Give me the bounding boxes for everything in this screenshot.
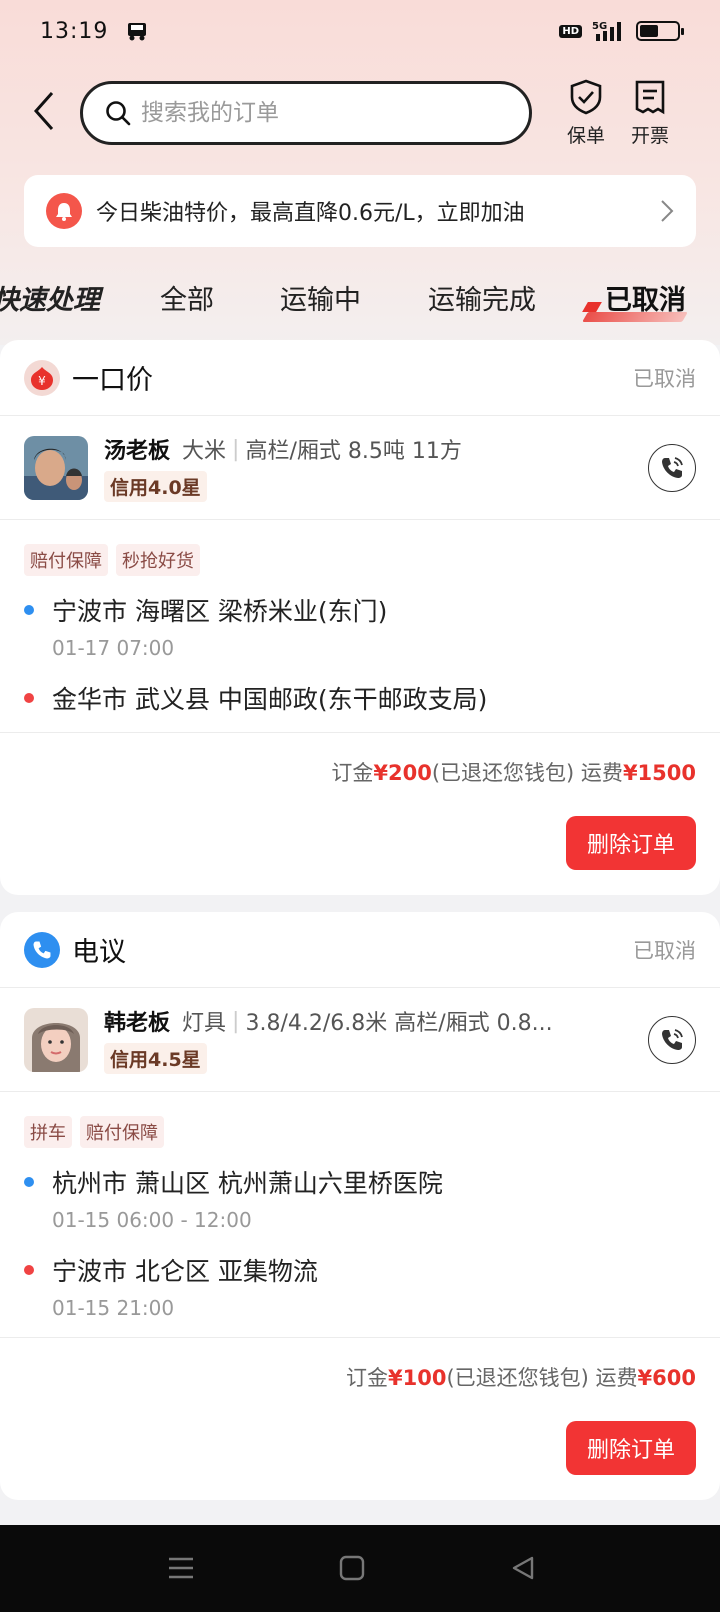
order-tabs: 快速处理 全部 运输中 运输完成 已取消 — [0, 270, 720, 328]
shipper-row: 汤老板 大米 | 高栏/厢式 8.5吨 11方 信用4.0星 — [0, 416, 720, 520]
fixed-price-icon: ¥ — [24, 359, 60, 396]
back-button[interactable] — [24, 87, 64, 135]
separator: | — [232, 436, 240, 462]
invoice-button[interactable]: 开票 — [620, 79, 680, 148]
search-box[interactable] — [80, 81, 532, 145]
truck-icon — [128, 23, 147, 41]
origin-address: 宁波市 海曙区 梁桥米业(东门) — [24, 592, 696, 628]
deposit-note: (已退还您钱包) — [446, 1366, 589, 1390]
freight-label: 运费 — [588, 1366, 638, 1390]
network-label: 5G — [592, 21, 607, 32]
cargo-name: 大米 — [182, 439, 227, 464]
phone-icon — [662, 1029, 683, 1050]
separator: | — [232, 1008, 240, 1034]
cargo-name: 灯具 — [182, 1011, 227, 1036]
signal-icon: 5G — [592, 21, 621, 41]
destination-dot — [24, 693, 34, 703]
svg-text:¥: ¥ — [38, 374, 46, 388]
promo-banner[interactable]: 今日柴油特价，最高直降0.6元/L，立即加油 — [24, 175, 696, 247]
origin-text: 宁波市 海曙区 梁桥米业(东门) — [52, 597, 388, 626]
avatar — [24, 1007, 88, 1072]
origin-address: 杭州市 萧山区 杭州萧山六里桥医院 — [24, 1164, 696, 1200]
vehicle-spec: 高栏/厢式 8.5吨 11方 — [245, 439, 462, 464]
order-card[interactable]: ¥ 一口价 已取消 汤老板 大米 | 高栏/厢式 8.5吨 11方 信用4.0星… — [0, 340, 720, 895]
order-card[interactable]: 电议 已取消 韩老板 灯具 | 3.8/4.2/6.8米 高栏/厢式 0.8..… — [0, 912, 720, 1500]
deposit-amount: ¥100 — [388, 1366, 447, 1390]
fee-summary: 订金¥100(已退还您钱包) 运费¥600 — [0, 1338, 720, 1392]
chevron-left-icon — [33, 92, 54, 130]
route-section: 拼车 赔付保障 杭州市 萧山区 杭州萧山六里桥医院 01-15 06:00 - … — [0, 1092, 720, 1338]
home-icon[interactable] — [339, 1555, 365, 1581]
order-type: 电议 — [72, 937, 126, 968]
tab-cancelled[interactable]: 已取消 — [605, 278, 686, 317]
back-triangle-icon[interactable] — [510, 1555, 536, 1581]
tab-quick[interactable]: 快速处理 — [0, 278, 100, 317]
shipper-row: 韩老板 灯具 | 3.8/4.2/6.8米 高栏/厢式 0.8... 信用4.5… — [0, 988, 720, 1092]
bell-icon — [46, 193, 82, 229]
destination-dot — [24, 1265, 34, 1275]
fee-summary: 订金¥200(已退还您钱包) 运费¥1500 — [0, 733, 720, 787]
destination-address: 金华市 武义县 中国邮政(东干邮政支局) — [24, 680, 696, 716]
invoice-icon — [635, 80, 665, 115]
route-section: 赔付保障 秒抢好货 宁波市 海曙区 梁桥米业(东门) 01-17 07:00 金… — [0, 520, 720, 733]
origin-text: 杭州市 萧山区 杭州萧山六里桥医院 — [52, 1169, 443, 1198]
deposit-note: (已退还您钱包) — [431, 761, 575, 785]
tag: 秒抢好货 — [116, 544, 200, 576]
shipper-name: 汤老板 — [104, 439, 171, 464]
order-card-header: 电议 已取消 — [0, 912, 720, 988]
origin-time: 01-17 07:00 — [52, 636, 175, 660]
shipper-name: 韩老板 — [104, 1011, 171, 1036]
header: 保单 开票 — [0, 75, 720, 151]
chevron-right-icon — [661, 200, 674, 222]
promo-text: 今日柴油特价，最高直降0.6元/L，立即加油 — [96, 201, 525, 226]
tab-in-transit[interactable]: 运输中 — [280, 278, 361, 317]
destination-text: 宁波市 北仑区 亚集物流 — [52, 1257, 318, 1286]
tag: 拼车 — [24, 1116, 72, 1148]
search-input[interactable] — [141, 100, 501, 126]
status-bar: 13:19 HD 5G — [0, 0, 720, 62]
tag: 赔付保障 — [24, 544, 108, 576]
tab-completed[interactable]: 运输完成 — [428, 278, 536, 317]
system-nav-bar — [0, 1525, 720, 1612]
policy-button[interactable]: 保单 — [556, 79, 616, 148]
tag: 赔付保障 — [80, 1116, 164, 1148]
destination-address: 宁波市 北仑区 亚集物流 — [24, 1252, 696, 1288]
origin-dot — [24, 1177, 34, 1187]
tab-all[interactable]: 全部 — [160, 278, 214, 317]
order-type: 一口价 — [72, 365, 153, 396]
avatar — [24, 435, 88, 500]
origin-time: 01-15 06:00 - 12:00 — [52, 1208, 252, 1232]
credit-badge: 信用4.0星 — [104, 471, 207, 502]
call-button[interactable] — [648, 444, 696, 492]
phone-icon — [662, 457, 683, 478]
call-button[interactable] — [648, 1016, 696, 1064]
credit-badge: 信用4.5星 — [104, 1043, 207, 1074]
order-status: 已取消 — [633, 938, 696, 963]
invoice-label: 开票 — [630, 125, 669, 147]
freight-label: 运费 — [574, 761, 623, 785]
freight-amount: ¥1500 — [622, 761, 696, 785]
deposit-label: 订金 — [346, 1366, 389, 1390]
battery-fill — [640, 25, 658, 37]
tab-active-indicator-dot — [582, 302, 602, 312]
order-card-header: ¥ 一口价 已取消 — [0, 340, 720, 416]
battery-icon — [636, 21, 684, 41]
order-status: 已取消 — [633, 366, 696, 391]
search-icon — [106, 101, 131, 126]
delete-order-button[interactable]: 删除订单 — [566, 1421, 696, 1475]
destination-time: 01-15 21:00 — [52, 1296, 175, 1320]
deposit-amount: ¥200 — [373, 761, 432, 785]
phone-negotiate-icon — [24, 931, 60, 968]
policy-label: 保单 — [566, 125, 605, 147]
freight-amount: ¥600 — [637, 1366, 696, 1390]
delete-order-button[interactable]: 删除订单 — [566, 816, 696, 870]
status-time: 13:19 — [40, 18, 109, 44]
destination-text: 金华市 武义县 中国邮政(东干邮政支局) — [52, 685, 488, 714]
hd-badge: HD — [559, 24, 582, 38]
deposit-label: 订金 — [331, 761, 374, 785]
menu-icon[interactable] — [168, 1555, 194, 1581]
shield-check-icon — [570, 79, 602, 115]
origin-dot — [24, 605, 34, 615]
vehicle-spec: 3.8/4.2/6.8米 高栏/厢式 0.8... — [245, 1011, 553, 1036]
